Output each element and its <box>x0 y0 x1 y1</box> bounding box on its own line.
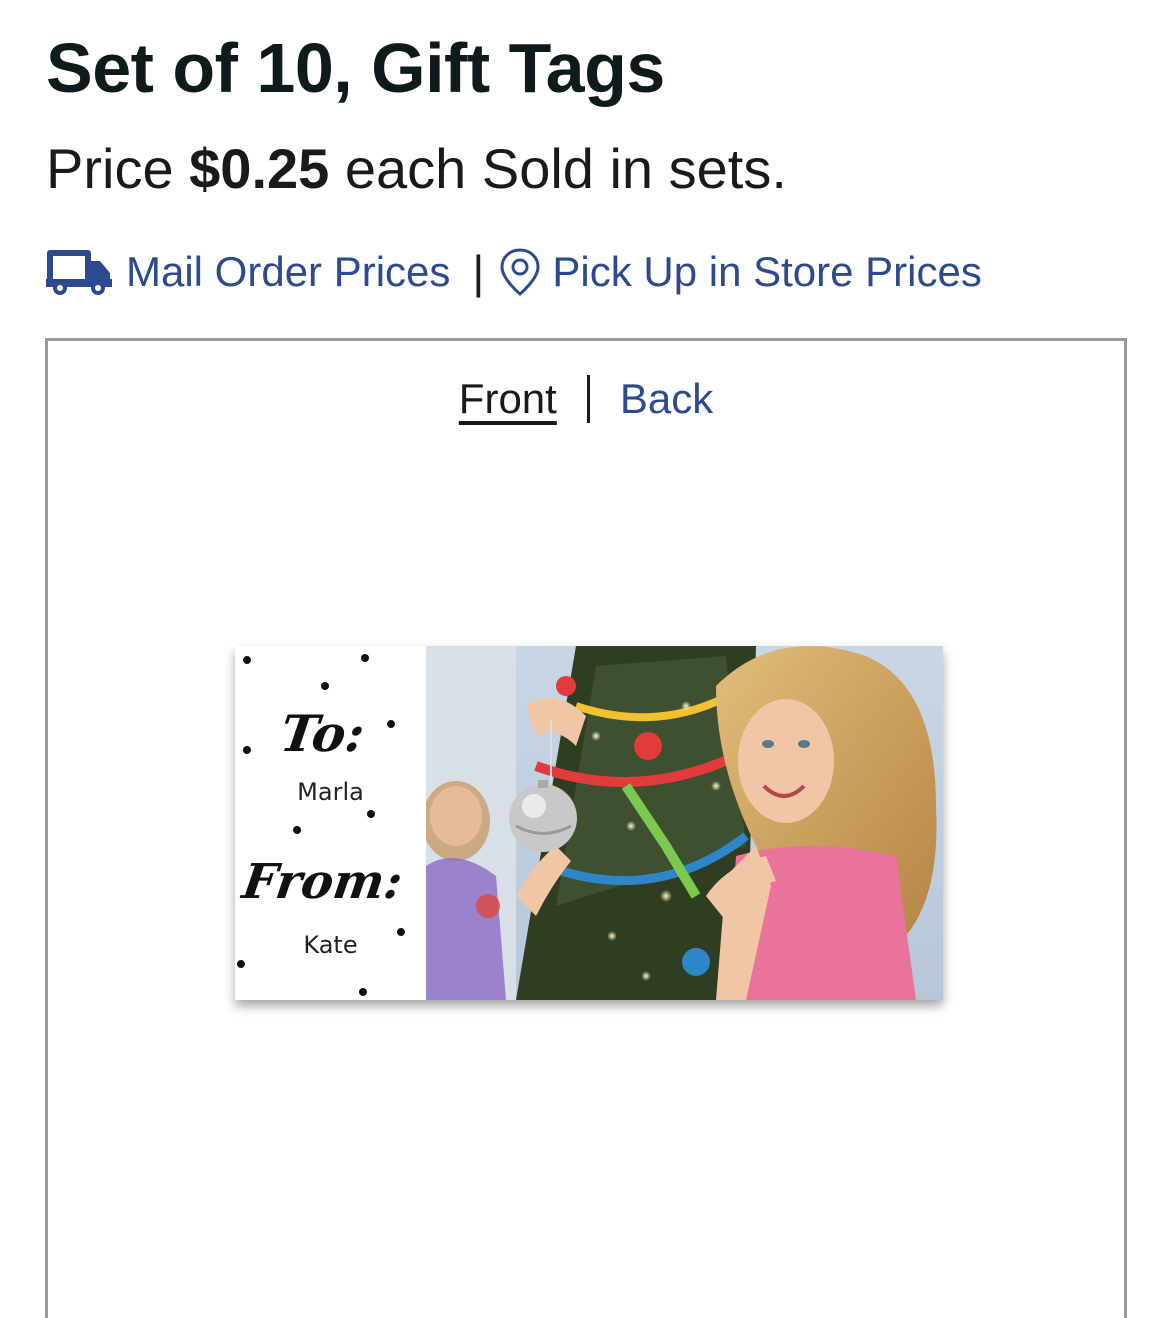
decorative-dot <box>243 656 251 664</box>
side-toggle: Front Back <box>48 375 1124 423</box>
price-links: Mail Order Prices | Pick Up in Store Pri… <box>46 240 982 304</box>
tag-photo <box>422 646 943 1000</box>
mail-order-label: Mail Order Prices <box>126 248 451 295</box>
tag-text-panel: To: Marla From: Kate <box>235 646 426 1000</box>
recipient-name: Marla <box>297 778 364 806</box>
pickup-in-store-prices-link[interactable]: Pick Up in Store Prices <box>498 247 982 297</box>
links-separator: | <box>472 246 485 298</box>
from-label: From: <box>239 854 406 910</box>
sender-name: Kate <box>303 931 358 959</box>
price-amount: $0.25 <box>189 137 330 200</box>
mail-order-prices-link[interactable]: Mail Order Prices <box>46 247 450 297</box>
pickup-label: Pick Up in Store Prices <box>552 248 982 295</box>
decorative-dot <box>359 988 367 996</box>
tab-back[interactable]: Back <box>620 375 713 423</box>
truck-icon <box>46 247 114 297</box>
to-label: To: <box>276 704 369 763</box>
location-pin-icon <box>498 247 542 297</box>
gift-tag-preview[interactable]: To: Marla From: Kate <box>235 646 943 1000</box>
decorative-dot <box>321 682 329 690</box>
decorative-dot <box>243 746 251 754</box>
decorative-dot <box>293 826 301 834</box>
decorative-dot <box>361 654 369 662</box>
decorative-dot <box>387 720 395 728</box>
product-title: Set of 10, Gift Tags <box>46 29 665 107</box>
price-suffix: each Sold in sets. <box>344 137 787 200</box>
decorative-dot <box>237 960 245 968</box>
toggle-divider <box>586 375 590 423</box>
price-line: Price $0.25 each Sold in sets. <box>46 138 787 200</box>
tab-front[interactable]: Front <box>459 375 557 423</box>
price-prefix: Price <box>46 137 174 200</box>
decorative-dot <box>367 810 375 818</box>
preview-panel: Front Back To: Marla From: Kate <box>45 338 1127 1318</box>
